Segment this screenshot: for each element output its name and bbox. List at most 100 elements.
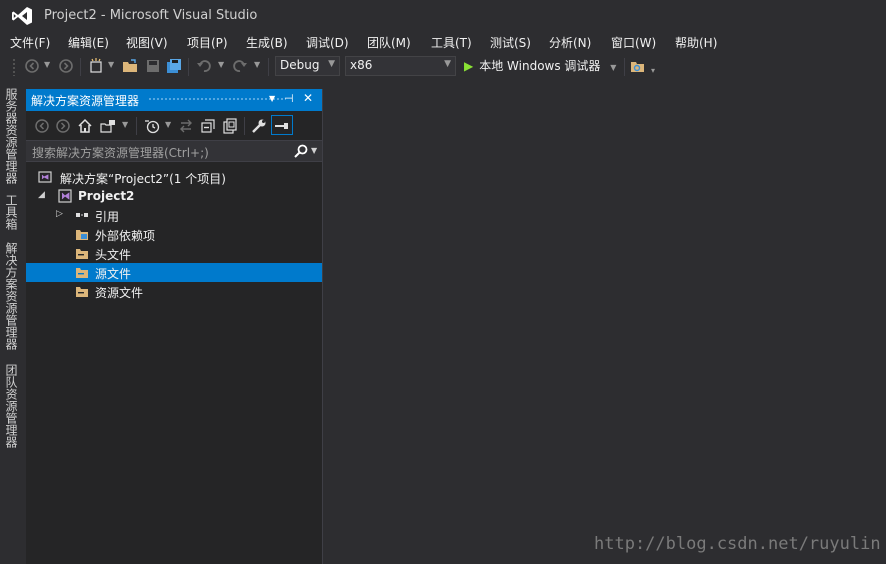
properties-icon[interactable] <box>251 118 267 134</box>
menu-debug[interactable]: 调试(D) <box>306 34 349 51</box>
server-explorer-tab[interactable]: 服务器资源管理器 <box>4 88 20 184</box>
chevron-down-icon: ▼ <box>444 59 451 69</box>
standard-toolbar: ▼ ▼ ▼ ▼ Debug ▼ x86 ▼ ▶ 本地 Windows 调试器 ▼… <box>0 54 886 80</box>
solution-search-box[interactable]: 搜索解决方案资源管理器(Ctrl+;) ▼ <box>26 140 322 162</box>
find-in-files-icon[interactable] <box>630 58 646 74</box>
external-dependencies-icon <box>76 230 88 240</box>
new-project-icon[interactable] <box>88 58 104 74</box>
toolbar-separator <box>268 58 269 76</box>
configuration-value: Debug <box>280 58 320 72</box>
tree-item-resource-files[interactable]: 资源文件 <box>26 282 322 301</box>
play-icon: ▶ <box>464 59 474 73</box>
platform-value: x86 <box>350 58 373 72</box>
tree-item-label: 源文件 <box>95 267 132 281</box>
save-all-icon[interactable] <box>166 58 182 74</box>
menu-analyze[interactable]: 分析(N) <box>549 34 591 51</box>
cpp-project-icon <box>58 189 72 203</box>
team-explorer-tab[interactable]: 团队资源管理器 <box>4 364 20 448</box>
solution-explorer-tab[interactable]: 解决方案资源管理器 <box>4 242 20 350</box>
panel-title: 解决方案资源管理器 <box>31 94 140 108</box>
menu-test[interactable]: 测试(S) <box>490 34 531 51</box>
pin-icon[interactable]: ⊣ <box>284 92 294 105</box>
side-tab-strip: 服务器资源管理器 工具箱 解决方案资源管理器 团队资源管理器 <box>0 82 26 564</box>
panel-toolbar: ▼ ▼ <box>26 113 322 139</box>
solution-label: 解决方案“Project2”(1 个项目) <box>60 172 226 186</box>
toolbox-tab[interactable]: 工具箱 <box>4 194 20 230</box>
tree-solution-node[interactable]: 解决方案“Project2”(1 个项目) <box>26 168 322 187</box>
new-project-dropdown-icon[interactable]: ▼ <box>108 60 114 69</box>
menu-team[interactable]: 团队(M) <box>367 34 411 51</box>
tree-item-label: 外部依赖项 <box>95 229 156 243</box>
switch-views-dropdown-icon[interactable]: ▼ <box>122 120 128 129</box>
redo-icon[interactable] <box>232 58 248 74</box>
toolbar-separator <box>624 58 625 76</box>
start-debugging-button[interactable]: ▶ 本地 Windows 调试器 ▼ <box>464 57 616 77</box>
save-icon[interactable] <box>145 58 161 74</box>
pending-changes-filter-icon[interactable] <box>144 118 160 134</box>
platform-select[interactable]: x86 ▼ <box>345 56 456 76</box>
undo-icon[interactable] <box>196 58 212 74</box>
sync-active-document-icon[interactable] <box>178 118 194 134</box>
toolbar-options-icon[interactable]: ▾ <box>651 66 655 75</box>
show-all-files-icon[interactable] <box>222 118 238 134</box>
visual-studio-logo-icon <box>12 7 32 25</box>
close-icon[interactable]: ✕ <box>303 91 313 105</box>
forward-icon[interactable] <box>58 58 74 74</box>
toolbar-separator <box>80 58 81 76</box>
toolbar-separator <box>244 117 245 135</box>
forward-icon[interactable] <box>55 118 71 134</box>
panel-drag-handle[interactable] <box>148 97 286 102</box>
home-icon[interactable] <box>77 118 93 134</box>
tree-project-node[interactable]: ◢ Project2 <box>26 187 322 206</box>
watermark-text: http://blog.csdn.net/ruyulin <box>594 534 881 554</box>
preview-selected-items-button[interactable] <box>271 115 293 135</box>
solution-explorer-panel: 解决方案资源管理器 ▼ ⊣ ✕ ▼ ▼ 搜索解决方案资源管理器(Ctrl+;) … <box>26 89 323 564</box>
run-dropdown-icon[interactable]: ▼ <box>610 63 616 72</box>
title-bar: Project2 - Microsoft Visual Studio <box>0 0 886 32</box>
run-label: 本地 Windows 调试器 <box>479 59 601 73</box>
menu-tools[interactable]: 工具(T) <box>431 34 472 51</box>
menu-edit[interactable]: 编辑(E) <box>68 34 109 51</box>
panel-header: 解决方案资源管理器 ▼ ⊣ ✕ <box>26 89 322 111</box>
back-icon[interactable] <box>34 118 50 134</box>
tree-item-label: 引用 <box>95 210 120 224</box>
window-position-icon[interactable]: ▼ <box>269 94 275 103</box>
open-file-icon[interactable] <box>122 58 138 74</box>
tree-item-label: 资源文件 <box>95 286 144 300</box>
filter-dropdown-icon[interactable]: ▼ <box>165 120 171 129</box>
search-icon[interactable] <box>294 144 308 158</box>
filter-folder-icon <box>76 287 88 297</box>
expanded-arrow-icon[interactable]: ◢ <box>38 190 45 200</box>
collapsed-arrow-icon[interactable]: ▷ <box>56 209 63 219</box>
configuration-select[interactable]: Debug ▼ <box>275 56 340 76</box>
chevron-down-icon: ▼ <box>328 59 335 69</box>
preview-icon <box>275 123 288 129</box>
menu-bar: 文件(F) 编辑(E) 视图(V) 项目(P) 生成(B) 调试(D) 团队(M… <box>0 32 886 52</box>
collapse-all-icon[interactable] <box>200 118 216 134</box>
tree-item-references[interactable]: ▷ 引用 <box>26 206 322 225</box>
back-dropdown-icon[interactable]: ▼ <box>44 60 50 69</box>
menu-window[interactable]: 窗口(W) <box>611 34 656 51</box>
tree-item-label: 头文件 <box>95 248 132 262</box>
menu-view[interactable]: 视图(V) <box>126 34 168 51</box>
menu-build[interactable]: 生成(B) <box>246 34 288 51</box>
menu-help[interactable]: 帮助(H) <box>675 34 717 51</box>
undo-dropdown-icon[interactable]: ▼ <box>218 60 224 69</box>
back-icon[interactable] <box>24 58 40 74</box>
menu-file[interactable]: 文件(F) <box>10 34 50 51</box>
window-title: Project2 - Microsoft Visual Studio <box>44 8 258 23</box>
search-options-icon[interactable]: ▼ <box>311 146 317 155</box>
menu-project[interactable]: 项目(P) <box>187 34 228 51</box>
toolbar-grip[interactable] <box>12 58 16 76</box>
switch-views-icon[interactable] <box>100 118 116 134</box>
tree-item-external-dependencies[interactable]: 外部依赖项 <box>26 225 322 244</box>
references-icon <box>76 213 88 217</box>
solution-icon <box>38 171 52 183</box>
filter-folder-icon <box>76 249 88 259</box>
redo-dropdown-icon[interactable]: ▼ <box>254 60 260 69</box>
tree-item-header-files[interactable]: 头文件 <box>26 244 322 263</box>
search-input[interactable]: 搜索解决方案资源管理器(Ctrl+;) <box>32 144 209 161</box>
toolbar-separator <box>188 58 189 76</box>
tree-item-source-files[interactable]: 源文件 <box>26 263 322 282</box>
project-label: Project2 <box>78 189 135 203</box>
